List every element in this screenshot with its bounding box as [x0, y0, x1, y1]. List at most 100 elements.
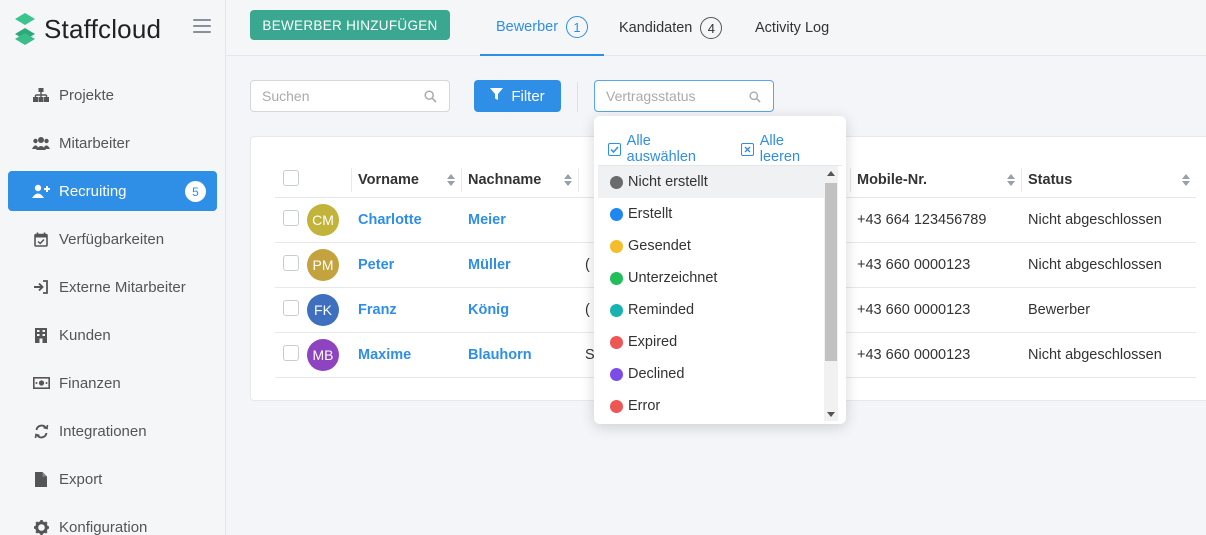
- column-header-nachname[interactable]: Nachname: [461, 163, 578, 198]
- scrollbar-thumb[interactable]: [825, 183, 837, 361]
- sidebar-item-projekte[interactable]: Projekte: [8, 75, 217, 115]
- dropdown-options-list[interactable]: Nicht erstellt Erstellt Gesendet Unterze…: [598, 165, 842, 421]
- avatar: MB: [307, 338, 339, 371]
- tab-bewerber[interactable]: Bewerber 1: [480, 0, 604, 56]
- search-icon: [424, 90, 437, 106]
- tab-activity-log[interactable]: Activity Log: [755, 0, 829, 56]
- dropdown-actions: Alle auswählen Alle leeren: [608, 133, 846, 165]
- recruiting-count-badge: 5: [185, 181, 206, 202]
- mobile-cell: +43 660 0000123: [850, 332, 1021, 378]
- avatar-cell: MB: [307, 332, 351, 378]
- row-checkbox[interactable]: [283, 254, 299, 271]
- row-checkbox[interactable]: [283, 344, 299, 361]
- avatar-column-header: [307, 163, 351, 198]
- sidebar-item-export[interactable]: Export: [8, 459, 217, 499]
- last-name-link[interactable]: Meier: [461, 197, 578, 243]
- money-icon: [32, 374, 50, 392]
- select-all-checkbox[interactable]: [283, 169, 299, 186]
- checkbox-x-icon: [741, 142, 754, 156]
- scroll-down-arrow-icon[interactable]: [827, 412, 835, 417]
- avatar-cell: FK: [307, 287, 351, 333]
- first-name-link[interactable]: Charlotte: [351, 197, 461, 243]
- sidebar-item-label: Finanzen: [59, 374, 121, 392]
- sort-icon[interactable]: [1007, 173, 1015, 186]
- sidebar-item-label: Externe Mitarbeiter: [59, 278, 186, 296]
- file-icon: [32, 470, 50, 488]
- select-all-label: Alle auswählen: [626, 133, 696, 165]
- row-checkbox-cell: [275, 287, 307, 333]
- first-name-link[interactable]: Peter: [351, 242, 461, 288]
- option-error[interactable]: Error: [598, 390, 824, 421]
- sidebar-item-recruiting[interactable]: Recruiting 5: [8, 171, 217, 211]
- sidebar: Staffcloud Projekte Mitarbeiter Recruiti…: [0, 0, 226, 535]
- avatar: PM: [307, 248, 339, 281]
- sidebar-item-label: Verfügbarkeiten: [59, 230, 165, 248]
- option-label: Expired: [628, 334, 678, 350]
- sort-icon[interactable]: [447, 173, 455, 186]
- column-label: Status: [1028, 171, 1073, 188]
- option-label: Unterzeichnet: [628, 270, 718, 286]
- option-gesendet[interactable]: Gesendet: [598, 230, 824, 262]
- sidebar-item-mitarbeiter[interactable]: Mitarbeiter: [8, 123, 217, 163]
- menu-toggle-icon[interactable]: [193, 19, 211, 33]
- clear-all-label: Alle leeren: [759, 133, 801, 165]
- sidebar-item-integrationen[interactable]: Integrationen: [8, 411, 217, 451]
- app-name: Staffcloud: [44, 13, 162, 44]
- column-label: Mobile-Nr.: [857, 171, 928, 188]
- option-reminded[interactable]: Reminded: [598, 294, 824, 326]
- sort-icon[interactable]: [564, 173, 572, 186]
- last-name-link[interactable]: Blauhorn: [461, 332, 578, 378]
- sort-icon[interactable]: [1182, 173, 1190, 186]
- last-name-link[interactable]: Müller: [461, 242, 578, 288]
- sidebar-item-label: Mitarbeiter: [59, 134, 130, 152]
- option-label: Erstellt: [628, 206, 673, 222]
- select-all-button[interactable]: Alle auswählen: [608, 133, 721, 165]
- sidebar-item-externe-mitarbeiter[interactable]: Externe Mitarbeiter: [8, 267, 217, 307]
- clear-all-button[interactable]: Alle leeren: [741, 133, 826, 165]
- option-declined[interactable]: Declined: [598, 358, 824, 390]
- option-unterzeichnet[interactable]: Unterzeichnet: [598, 262, 824, 294]
- last-name-link[interactable]: König: [461, 287, 578, 333]
- option-label: Reminded: [628, 302, 695, 318]
- select-all-checkbox-cell: [275, 163, 307, 198]
- option-erstellt[interactable]: Erstellt: [598, 198, 824, 230]
- sidebar-item-label: Kunden: [59, 326, 111, 344]
- status-cell: Nicht abgeschlossen: [1021, 197, 1196, 243]
- row-checkbox[interactable]: [283, 209, 299, 226]
- avatar-cell: PM: [307, 242, 351, 288]
- sidebar-item-label: Integrationen: [59, 422, 147, 440]
- column-header-mobile[interactable]: Mobile-Nr.: [850, 163, 1021, 198]
- avatar: FK: [307, 293, 339, 326]
- column-header-status[interactable]: Status: [1021, 163, 1196, 198]
- contract-status-select[interactable]: Vertragsstatus: [594, 80, 774, 112]
- filter-button[interactable]: Filter: [474, 80, 561, 112]
- column-label: Vorname: [358, 171, 419, 188]
- column-header-vorname[interactable]: Vorname: [351, 163, 461, 198]
- calendar-check-icon: [32, 230, 50, 248]
- search-input[interactable]: Suchen: [250, 80, 450, 112]
- option-nicht-erstellt[interactable]: Nicht erstellt: [598, 166, 824, 198]
- option-label: Declined: [628, 366, 685, 382]
- option-expired[interactable]: Expired: [598, 326, 824, 358]
- row-checkbox-cell: [275, 197, 307, 243]
- sidebar-item-konfiguration[interactable]: Konfiguration: [8, 507, 217, 535]
- row-checkbox[interactable]: [283, 299, 299, 316]
- first-name-link[interactable]: Maxime: [351, 332, 461, 378]
- filter-label: Filter: [511, 87, 545, 105]
- dropdown-scrollbar[interactable]: [824, 166, 838, 421]
- avatar: CM: [307, 203, 339, 236]
- add-applicant-button[interactable]: BEWERBER HINZUFÜGEN: [250, 10, 450, 40]
- sidebar-item-finanzen[interactable]: Finanzen: [8, 363, 217, 403]
- sidebar-item-label: Export: [59, 470, 103, 488]
- sync-icon: [32, 422, 50, 440]
- sidebar-item-kunden[interactable]: Kunden: [8, 315, 217, 355]
- status-dot-icon: [610, 399, 623, 413]
- status-dot-icon: [610, 367, 623, 381]
- tab-kandidaten[interactable]: Kandidaten 4: [619, 0, 723, 56]
- option-label: Gesendet: [628, 238, 691, 254]
- staffcloud-logo[interactable]: Staffcloud: [14, 12, 161, 46]
- status-dot-icon: [610, 207, 623, 221]
- scroll-up-arrow-icon[interactable]: [827, 171, 835, 176]
- sidebar-item-verfuegbarkeiten[interactable]: Verfügbarkeiten: [8, 219, 217, 259]
- first-name-link[interactable]: Franz: [351, 287, 461, 333]
